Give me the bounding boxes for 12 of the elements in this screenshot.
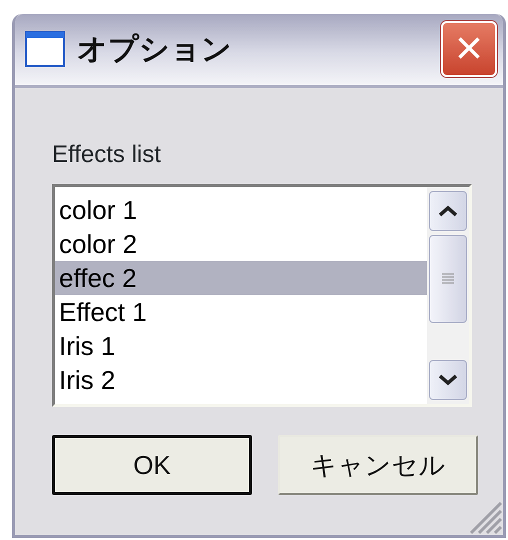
list-item[interactable]: color 2: [55, 226, 427, 261]
list-item[interactable]: Iris 2: [55, 362, 427, 397]
list-item[interactable]: Iris 1: [55, 328, 427, 363]
cancel-button[interactable]: キャンセル: [278, 435, 478, 496]
window-title: オプション: [77, 32, 233, 68]
list-item[interactable]: Effect 1: [55, 294, 427, 329]
list-item[interactable]: effec 2: [55, 260, 427, 295]
close-button[interactable]: ×: [441, 21, 497, 78]
ok-button[interactable]: OK: [52, 435, 252, 496]
list-item[interactable]: color 1: [55, 192, 427, 227]
list-label: Effects list: [52, 140, 162, 170]
effects-listbox[interactable]: color 1 color 2 effec 2 Effect 1 Iris 1 Iris 2: [52, 184, 472, 408]
